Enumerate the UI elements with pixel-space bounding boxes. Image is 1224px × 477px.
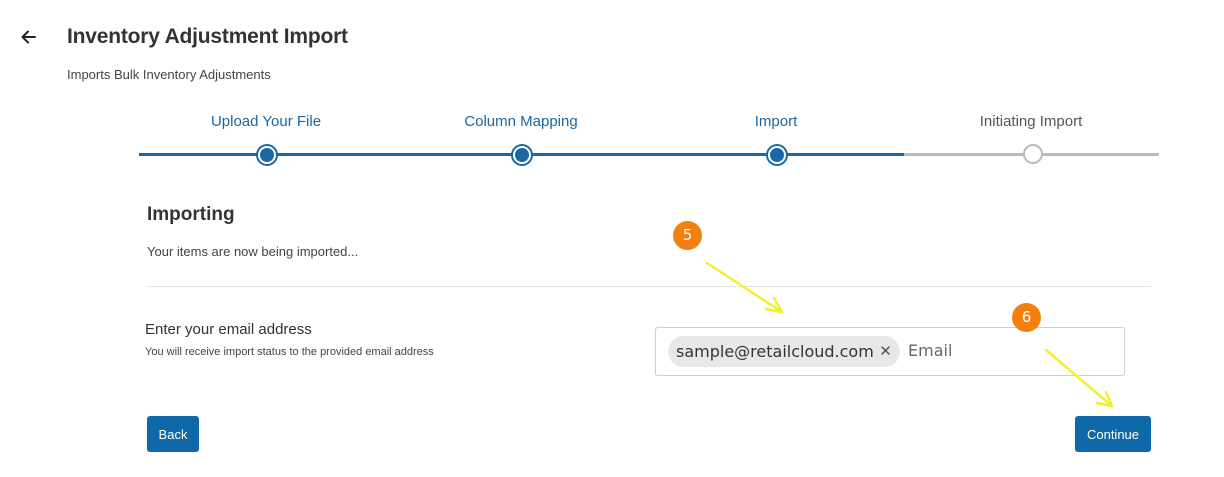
step-node-column-mapping bbox=[513, 146, 531, 164]
step-initiating-import: Initiating Import bbox=[979, 113, 1083, 130]
page-title: Inventory Adjustment Import bbox=[67, 25, 348, 48]
back-arrow-icon[interactable] bbox=[18, 26, 40, 48]
annotation-badge-5: 5 bbox=[673, 221, 702, 250]
step-column-mapping[interactable]: Column Mapping bbox=[464, 113, 577, 130]
step-node-upload bbox=[258, 146, 276, 164]
email-input[interactable] bbox=[906, 334, 1110, 366]
email-help-text: You will receive import status to the pr… bbox=[145, 346, 434, 358]
step-upload-your-file[interactable]: Upload Your File bbox=[211, 113, 321, 130]
step-node-initiating-import bbox=[1023, 144, 1043, 164]
divider bbox=[147, 286, 1151, 287]
step-import[interactable]: Import bbox=[755, 113, 798, 130]
importing-message: Your items are now being imported... bbox=[147, 244, 359, 259]
annotation-arrow-5 bbox=[705, 261, 784, 314]
email-label: Enter your email address bbox=[145, 321, 312, 338]
back-button[interactable]: Back bbox=[147, 416, 199, 452]
email-chip-text: sample@retailcloud.com bbox=[676, 342, 874, 361]
email-chip: sample@retailcloud.com ✕ bbox=[668, 336, 900, 367]
step-node-import bbox=[768, 146, 786, 164]
annotation-badge-6: 6 bbox=[1012, 303, 1041, 332]
close-icon[interactable]: ✕ bbox=[879, 336, 892, 367]
page-subtitle: Imports Bulk Inventory Adjustments bbox=[67, 67, 271, 82]
section-title: Importing bbox=[147, 204, 235, 225]
continue-button[interactable]: Continue bbox=[1075, 416, 1151, 452]
